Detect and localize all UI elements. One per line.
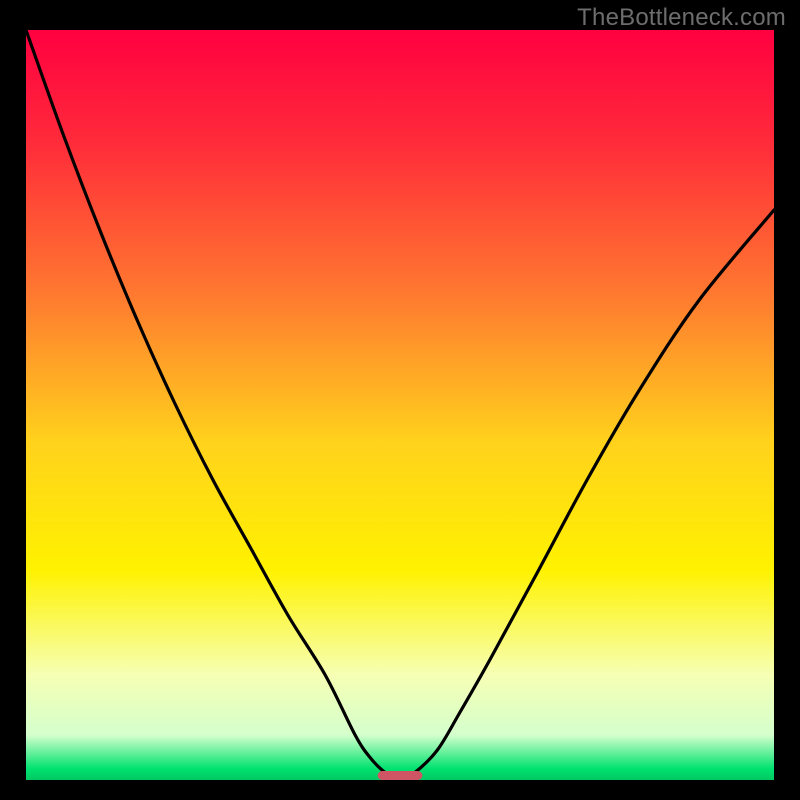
bottleneck-chart [0,0,800,800]
optimum-marker [378,771,423,780]
chart-frame: { "watermark": "TheBottleneck.com", "cha… [0,0,800,800]
plot-background [26,30,774,780]
watermark-text: TheBottleneck.com [577,4,786,32]
